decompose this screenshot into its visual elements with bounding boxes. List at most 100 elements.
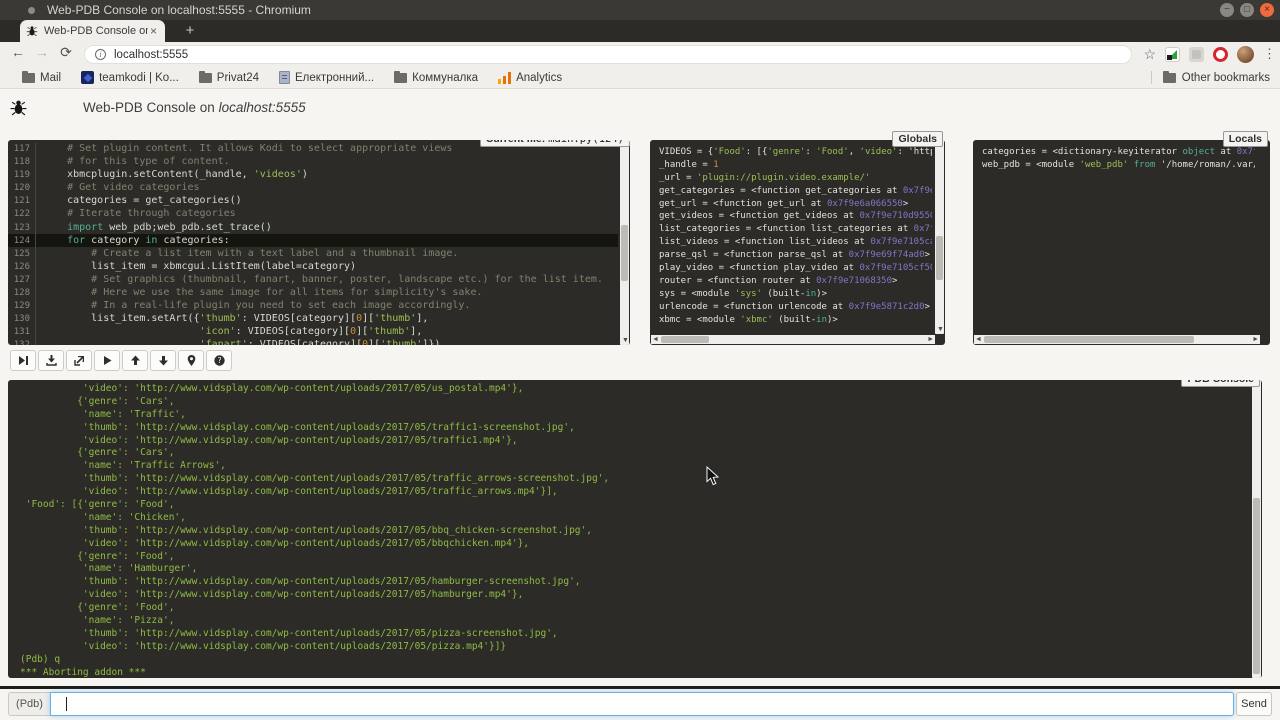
profile-avatar[interactable]: [1237, 46, 1254, 63]
console-line: 'video': 'http://www.vidsplay.com/wp-con…: [20, 641, 609, 654]
folder-icon: [394, 73, 407, 83]
console-line: *** Aborting addon ***: [20, 667, 609, 678]
globals-line: get_url = <function get_url at 0x7f9e6a0…: [659, 198, 932, 211]
question-icon: ?: [214, 355, 225, 366]
bookmark-item[interactable]: Електронний...: [279, 71, 374, 84]
up-button[interactable]: [122, 350, 148, 371]
window-title: Web-PDB Console on localhost:5555 - Chro…: [47, 3, 311, 17]
code-line: 126 list_item = xbmcgui.ListItem(label=c…: [8, 260, 618, 273]
code-scrollbar-thumb[interactable]: [621, 225, 628, 281]
locals-panel: Locals categories = <dictionary-keyitera…: [973, 140, 1270, 345]
console-line: (Pdb) q: [20, 654, 609, 667]
continue-button[interactable]: [94, 350, 120, 371]
play-icon: [102, 355, 113, 366]
console-line: 'name': 'Traffic',: [20, 409, 609, 422]
globals-scrollbar-thumb[interactable]: [936, 236, 943, 280]
console-bottom-rule: [0, 686, 1280, 689]
bookmark-item[interactable]: Analytics: [498, 72, 562, 84]
console-scrollbar-thumb[interactable]: [1253, 498, 1260, 674]
code-line: 119 xbmcplugin.setContent(_handle, 'vide…: [8, 168, 618, 181]
bookmark-item[interactable]: teamkodi | Ko...: [81, 71, 179, 84]
code-line: 124 for category in categories:: [8, 234, 618, 247]
code-vertical-scrollbar[interactable]: ▼: [620, 140, 629, 345]
return-button[interactable]: [66, 350, 92, 371]
close-window-button[interactable]: ×: [1260, 3, 1274, 17]
locals-horizontal-scrollbar[interactable]: ◄ ►: [974, 335, 1260, 344]
extension-icon-red[interactable]: [1213, 47, 1228, 62]
back-button[interactable]: ←: [8, 44, 28, 60]
globals-line: urlencode = <function urlencode at 0x7f9…: [659, 301, 932, 314]
bookmarks-divider: [1151, 71, 1152, 84]
console-line: 'video': 'http://www.vidsplay.com/wp-con…: [20, 435, 609, 448]
url-text[interactable]: localhost:5555: [114, 49, 188, 61]
locals-tag: Locals: [1223, 131, 1268, 147]
locals-line: web_pdb = <module 'web_pdb' from '/home/…: [982, 159, 1255, 172]
console-line: 'Food': [{'genre': 'Food',: [20, 499, 609, 512]
bookmark-item[interactable]: Privat24: [199, 72, 259, 84]
bookmark-item[interactable]: Mail: [22, 72, 61, 84]
current-file-tag: Current file: main.py(124): [480, 140, 630, 147]
browser-toolbar: ← → ⟳ i localhost:5555 ☆ ⋮: [0, 42, 1280, 67]
globals-hscrollbar-thumb[interactable]: [661, 336, 709, 343]
pdb-console-tag: PDB Console: [1181, 380, 1260, 387]
maximize-button[interactable]: □: [1240, 3, 1254, 17]
debug-toolbar: ?: [10, 350, 232, 371]
folder-icon: [199, 73, 212, 83]
console-line: 'thumb': 'http://www.vidsplay.com/wp-con…: [20, 628, 609, 641]
browser-tab[interactable]: Web-PDB Console on loca ×: [20, 20, 165, 42]
down-button[interactable]: [150, 350, 176, 371]
step-into-icon: [46, 355, 57, 366]
page-header: Web-PDB Console on localhost:5555: [0, 89, 1280, 129]
text-caret: [66, 697, 67, 711]
console-vertical-scrollbar[interactable]: [1252, 380, 1261, 678]
code-lines: 117 # Set plugin content. It allows Kodi…: [8, 142, 618, 345]
next-button[interactable]: [10, 350, 36, 371]
globals-line: _handle = 1: [659, 159, 932, 172]
console-line: 'thumb': 'http://www.vidsplay.com/wp-con…: [20, 473, 609, 486]
globals-line: _url = 'plugin://plugin.video.example/': [659, 172, 932, 185]
arrow-up-icon: [130, 355, 141, 366]
globals-tag: Globals: [892, 131, 943, 147]
where-button[interactable]: [178, 350, 204, 371]
send-button[interactable]: Send: [1236, 692, 1272, 716]
new-tab-button[interactable]: +: [178, 23, 202, 40]
code-line: 132 'fanart': VIDEOS[category][0]['thumb…: [8, 338, 618, 345]
globals-vertical-scrollbar[interactable]: ▼: [935, 140, 944, 334]
step-button[interactable]: [38, 350, 64, 371]
pdb-command-input[interactable]: [50, 692, 1234, 716]
minimize-button[interactable]: −: [1220, 3, 1234, 17]
prompt-row: (Pdb) Send: [8, 692, 1272, 716]
bookmark-label: Mail: [40, 72, 61, 84]
page-title: Web-PDB Console on localhost:5555: [83, 100, 306, 115]
window-titlebar: Web-PDB Console on localhost:5555 - Chro…: [0, 0, 1280, 20]
console-line: 'thumb': 'http://www.vidsplay.com/wp-con…: [20, 422, 609, 435]
bookmark-label: Analytics: [516, 72, 562, 84]
mouse-cursor: [706, 466, 720, 486]
browser-menu-icon[interactable]: ⋮: [1263, 46, 1276, 62]
extension-icon-gray[interactable]: [1189, 47, 1204, 62]
globals-horizontal-scrollbar[interactable]: ◄ ►: [651, 335, 935, 344]
tab-close-icon[interactable]: ×: [148, 24, 159, 38]
document-favicon-icon: [279, 71, 290, 84]
code-line: 128 # Here we use the same image for all…: [8, 286, 618, 299]
step-forward-icon: [18, 355, 29, 366]
globals-lines: VIDEOS = {'Food': [{'genre': 'Food', 'vi…: [650, 146, 932, 334]
forward-button[interactable]: →: [32, 44, 52, 60]
code-line: 131 'icon': VIDEOS[category][0]['thumb']…: [8, 325, 618, 338]
window-app-icon: [28, 7, 35, 14]
arrow-down-icon: [158, 355, 169, 366]
code-line: 123 import web_pdb;web_pdb.set_trace(): [8, 221, 618, 234]
page-info-icon[interactable]: i: [95, 49, 106, 60]
page-title-host: localhost:5555: [219, 100, 306, 115]
help-button[interactable]: ?: [206, 350, 232, 371]
reload-button[interactable]: ⟳: [56, 44, 76, 61]
locals-hscrollbar-thumb[interactable]: [984, 336, 1194, 343]
extension-icon-green[interactable]: [1165, 47, 1180, 62]
other-bookmarks-button[interactable]: Other bookmarks: [1163, 72, 1270, 84]
svg-text:?: ?: [217, 356, 222, 365]
address-bar[interactable]: i localhost:5555: [84, 45, 1132, 64]
bookmark-item[interactable]: Коммуналка: [394, 72, 478, 84]
bookmark-star-icon[interactable]: ☆: [1143, 46, 1156, 63]
code-line: 129 # In a real-life plugin you need to …: [8, 299, 618, 312]
bookmark-label: Електронний...: [295, 72, 374, 84]
